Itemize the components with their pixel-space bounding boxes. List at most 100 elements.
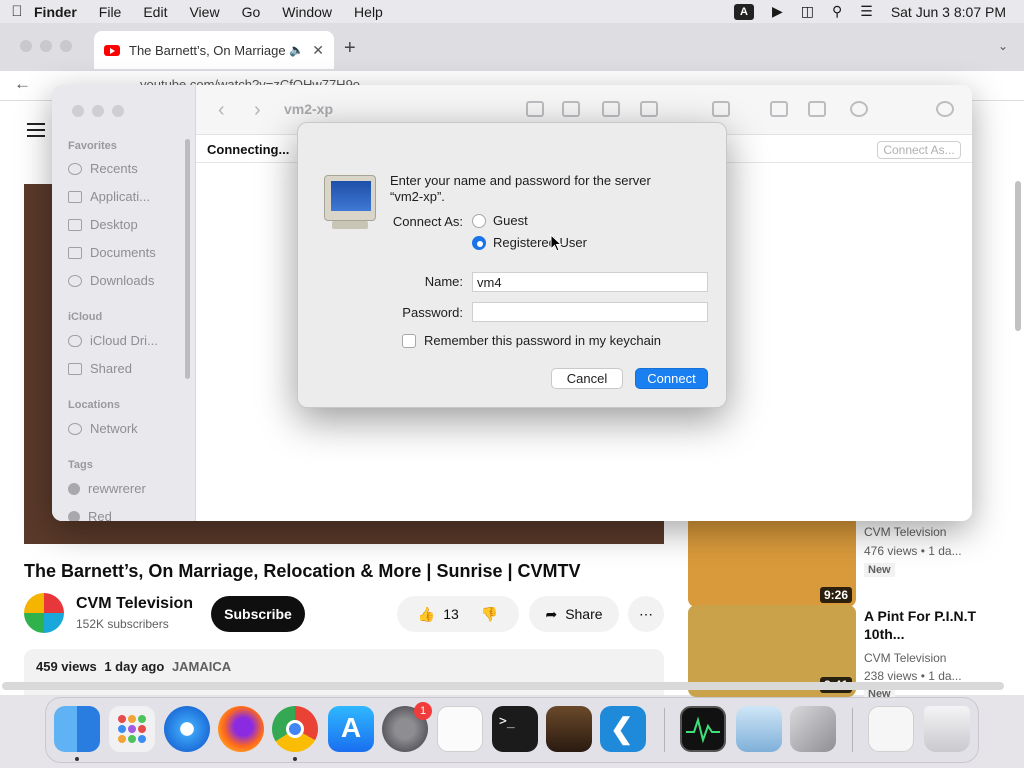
- menu-go[interactable]: Go: [242, 4, 261, 20]
- list-view-icon[interactable]: [562, 101, 580, 117]
- browser-window-controls[interactable]: [20, 40, 72, 52]
- radio-registered-label[interactable]: Registered User: [493, 235, 587, 250]
- side-video-1[interactable]: 9:26 CVM Television 476 views • 1 da... …: [688, 515, 988, 607]
- side-video-channel[interactable]: CVM Television: [864, 651, 946, 665]
- dock-trash-icon[interactable]: [924, 706, 970, 752]
- remember-password-label[interactable]: Remember this password in my keychain: [424, 333, 661, 348]
- sidebar-item-tag-red[interactable]: Red: [68, 509, 112, 521]
- control-center-icon[interactable]: ☰: [860, 3, 873, 20]
- group-by-icon[interactable]: [712, 101, 730, 117]
- channel-name[interactable]: CVM Television: [76, 595, 193, 613]
- side-video-channel[interactable]: CVM Television: [864, 525, 946, 539]
- minimize-window-icon[interactable]: [40, 40, 52, 52]
- radio-button-selected[interactable]: [472, 235, 486, 250]
- share-icon[interactable]: [770, 101, 788, 117]
- dock-downloads-folder-icon[interactable]: [868, 706, 914, 752]
- new-tab-icon[interactable]: +: [344, 37, 356, 60]
- spotlight-search-icon[interactable]: ⚲: [832, 3, 842, 20]
- finder-window-controls[interactable]: [72, 105, 124, 117]
- close-tab-icon[interactable]: ✕: [312, 42, 324, 59]
- dock-firefox-icon[interactable]: [218, 706, 264, 752]
- back-icon[interactable]: ‹: [218, 99, 225, 122]
- forward-icon[interactable]: ›: [254, 99, 261, 122]
- input-source-icon[interactable]: A: [733, 3, 754, 20]
- dock-textedit-icon[interactable]: [437, 706, 483, 752]
- dock-preview-icon[interactable]: [736, 706, 782, 752]
- more-actions-icon[interactable]: [850, 101, 868, 117]
- remember-password-checkbox[interactable]: [402, 333, 416, 348]
- apple-menu-icon[interactable]: : [0, 3, 34, 20]
- search-icon[interactable]: [936, 101, 954, 117]
- sidebar-item-tag-rewwrerer[interactable]: rewwrerer: [68, 481, 146, 496]
- sidebar-item-recents[interactable]: Recents: [68, 161, 138, 176]
- sidebar-item-label: Desktop: [90, 217, 138, 232]
- like-count[interactable]: 13: [443, 606, 459, 622]
- password-field[interactable]: [472, 302, 708, 322]
- dock-terminal-icon[interactable]: >_: [492, 706, 538, 752]
- radio-guest-label[interactable]: Guest: [493, 213, 528, 228]
- dock-chrome-icon[interactable]: [272, 706, 318, 752]
- dock-system-settings-icon[interactable]: 1: [382, 702, 432, 752]
- thumbs-down-icon[interactable]: 👎: [481, 606, 498, 623]
- sidebar-scrollbar[interactable]: [185, 139, 190, 379]
- dock-activity-monitor-icon[interactable]: [680, 706, 726, 752]
- column-view-icon[interactable]: [602, 101, 620, 117]
- dock-app-store-icon[interactable]: A: [328, 706, 374, 752]
- menu-help[interactable]: Help: [354, 4, 383, 20]
- share-button[interactable]: ➦ Share: [529, 596, 619, 632]
- screen-mirroring-icon[interactable]: ◫: [801, 3, 814, 20]
- app-name-menu[interactable]: Finder: [34, 4, 77, 20]
- minimize-window-icon[interactable]: [92, 105, 104, 117]
- video-thumbnail[interactable]: 9:26: [688, 515, 856, 607]
- radio-button[interactable]: [472, 213, 486, 228]
- tab-search-chevron-icon[interactable]: ⌄: [998, 39, 1008, 53]
- hamburger-menu-icon[interactable]: [27, 123, 45, 141]
- sidebar-item-downloads[interactable]: Downloads: [68, 273, 154, 288]
- sidebar-item-desktop[interactable]: Desktop: [68, 217, 138, 232]
- radio-registered-user[interactable]: Registered User: [472, 235, 587, 250]
- connection-status: Connecting...: [207, 142, 290, 157]
- menu-window[interactable]: Window: [282, 4, 332, 20]
- menu-file[interactable]: File: [99, 4, 122, 20]
- remember-password-row[interactable]: Remember this password in my keychain: [402, 333, 661, 348]
- sidebar-item-shared[interactable]: Shared: [68, 361, 132, 376]
- dock-vscode-icon[interactable]: ❮: [600, 706, 646, 752]
- dock-launchpad-icon[interactable]: [109, 706, 155, 752]
- tag-icon[interactable]: [808, 101, 826, 117]
- zoom-window-icon[interactable]: [112, 105, 124, 117]
- tab-youtube[interactable]: The Barnett’s, On Marriage 🔈 ✕: [94, 31, 334, 69]
- sidebar-item-documents[interactable]: Documents: [68, 245, 156, 260]
- connect-as-button[interactable]: Connect As...: [877, 141, 961, 159]
- back-icon[interactable]: ←: [14, 74, 31, 94]
- side-video-title[interactable]: A Pint For P.I.N.T 10th...: [864, 607, 988, 643]
- sidebar-item-label: Applicati...: [90, 189, 150, 204]
- thumbs-up-icon[interactable]: 👍: [418, 606, 435, 623]
- menu-edit[interactable]: Edit: [143, 4, 167, 20]
- sidebar-item-applications[interactable]: Applicati...: [68, 189, 150, 204]
- close-window-icon[interactable]: [20, 40, 32, 52]
- dock-safari-icon[interactable]: [164, 706, 210, 752]
- speaker-icon[interactable]: 🔈: [289, 43, 304, 57]
- name-field[interactable]: [472, 272, 708, 292]
- channel-avatar[interactable]: [24, 593, 64, 633]
- dock-garageband-icon[interactable]: [546, 706, 592, 752]
- zoom-window-icon[interactable]: [60, 40, 72, 52]
- menu-view[interactable]: View: [189, 4, 219, 20]
- close-window-icon[interactable]: [72, 105, 84, 117]
- gallery-view-icon[interactable]: [640, 101, 658, 117]
- hashtag[interactable]: JAMAICA: [172, 659, 231, 674]
- connect-button[interactable]: Connect: [635, 368, 708, 389]
- menubar-clock[interactable]: Sat Jun 3 8:07 PM: [891, 4, 1006, 20]
- page-scrollbar-horizontal[interactable]: [2, 682, 1004, 690]
- icon-view-icon[interactable]: [526, 101, 544, 117]
- sidebar-item-network[interactable]: Network: [68, 421, 138, 436]
- subscribe-button[interactable]: Subscribe: [211, 596, 305, 632]
- dock-boot-camp-icon[interactable]: [790, 706, 836, 752]
- sidebar-item-icloud-drive[interactable]: iCloud Dri...: [68, 333, 158, 348]
- dock-finder-icon[interactable]: [54, 706, 100, 752]
- cancel-button[interactable]: Cancel: [551, 368, 623, 389]
- radio-guest[interactable]: Guest: [472, 213, 528, 228]
- play-status-icon[interactable]: ▶: [772, 3, 783, 20]
- page-scrollbar-vertical[interactable]: [1015, 181, 1021, 331]
- more-actions-button[interactable]: ⋯: [628, 596, 664, 632]
